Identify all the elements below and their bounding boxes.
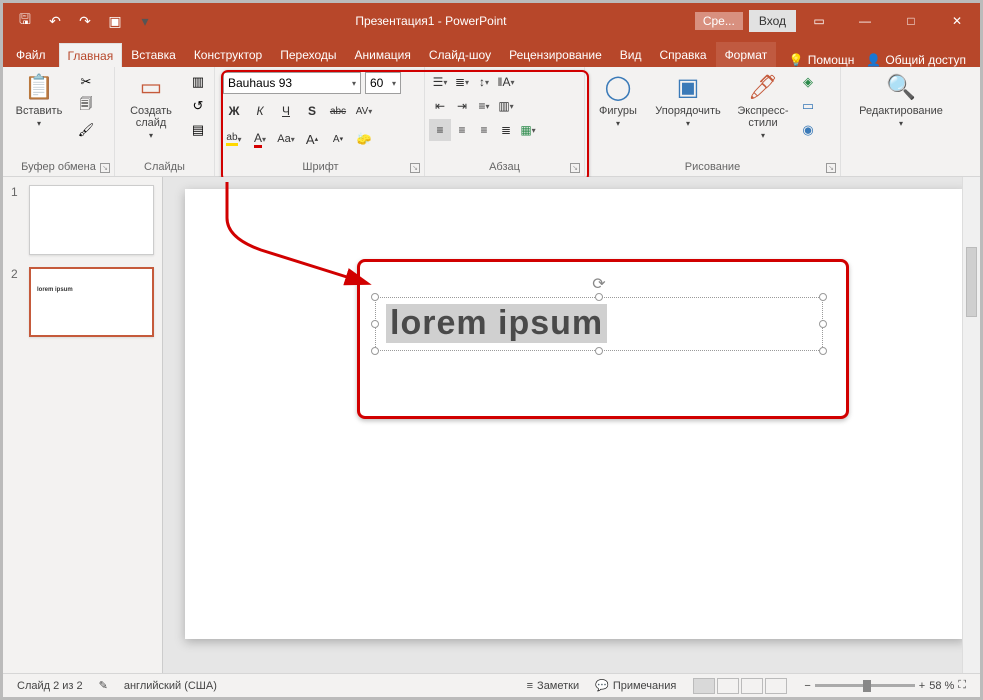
zoom-slider[interactable]: − + 58 % ⛶ <box>796 679 974 692</box>
dialog-launcher-icon[interactable]: ↘ <box>826 163 836 173</box>
editing-button[interactable]: 🔍 Редактирование▾ <box>847 71 955 128</box>
tab-animation[interactable]: Анимация <box>346 42 420 67</box>
slide-thumbnail-2[interactable]: 2 lorem ipsum <box>29 267 154 337</box>
contextual-tab-badge: Сре... <box>695 12 743 30</box>
paste-icon: 📋 <box>23 71 55 103</box>
highlight-textbox <box>357 259 849 419</box>
tab-transitions[interactable]: Переходы <box>271 42 345 67</box>
login-button[interactable]: Вход <box>749 10 796 32</box>
comments-icon: 💬 <box>595 679 609 692</box>
share-button[interactable]: 👤Общий доступ <box>866 53 966 67</box>
shape-effects-button[interactable]: ◉ <box>799 121 817 139</box>
save-icon[interactable]: 🖫 <box>17 13 33 29</box>
dialog-launcher-icon[interactable]: ↘ <box>100 163 110 173</box>
group-slides: ▭ Создать слайд ▾ ▥ ↺ ▤ Слайды <box>115 67 215 176</box>
share-icon: 👤 <box>866 53 881 67</box>
format-painter-icon[interactable]: 🖌 <box>77 121 95 139</box>
group-clipboard: 📋 Вставить ▾ ✂ 🗐 🖌 Буфер обмена ↘ <box>3 67 115 176</box>
tab-help[interactable]: Справка <box>650 42 715 67</box>
copy-icon[interactable]: 🗐 <box>77 97 95 115</box>
shape-fill-button[interactable]: ◈ <box>799 73 817 91</box>
reset-icon[interactable]: ↺ <box>189 97 207 115</box>
minimize-icon[interactable]: — <box>842 6 888 36</box>
slide-thumbnail-pane: 1 2 lorem ipsum <box>3 177 163 673</box>
highlight-font-paragraph <box>221 70 589 182</box>
slideshow-view-button[interactable] <box>765 678 787 694</box>
status-bar: Слайд 2 из 2 ✎ английский (США) ≡Заметки… <box>3 673 980 697</box>
quick-access-toolbar: 🖫 ↶ ↷ ▣ ▾ <box>3 13 167 29</box>
normal-view-button[interactable] <box>693 678 715 694</box>
group-label: Рисование <box>585 159 840 176</box>
tab-view[interactable]: Вид <box>611 42 651 67</box>
slide-canvas[interactable]: ⟳ lorem ipsum <box>163 177 980 673</box>
qat-customize-icon[interactable]: ▾ <box>137 13 153 29</box>
title-bar: 🖫 ↶ ↷ ▣ ▾ Презентация1 - PowerPoint Сре.… <box>3 3 980 39</box>
comments-button[interactable]: 💬Примечания <box>587 679 684 692</box>
chevron-down-icon: ▾ <box>149 131 153 140</box>
new-slide-button[interactable]: ▭ Создать слайд ▾ <box>121 71 181 140</box>
group-label: Буфер обмена <box>3 159 114 176</box>
tell-me-button[interactable]: 💡Помощн <box>789 53 855 67</box>
zoom-out-icon[interactable]: − <box>804 680 810 692</box>
quick-styles-button[interactable]: 🖊 Экспресс- стили▾ <box>731 71 795 140</box>
undo-icon[interactable]: ↶ <box>47 13 63 29</box>
paste-button[interactable]: 📋 Вставить ▾ <box>9 71 69 128</box>
tab-file[interactable]: Файл <box>3 42 59 67</box>
tab-design[interactable]: Конструктор <box>185 42 271 67</box>
maximize-icon[interactable]: □ <box>888 6 934 36</box>
shape-outline-button[interactable]: ▭ <box>799 97 817 115</box>
layout-icon[interactable]: ▥ <box>189 73 207 91</box>
sorter-view-button[interactable] <box>717 678 739 694</box>
group-drawing: ◯ Фигуры▾ ▣ Упорядочить▾ 🖊 Экспресс- сти… <box>585 67 841 176</box>
group-editing: 🔍 Редактирование▾ <box>841 67 965 176</box>
chevron-down-icon: ▾ <box>37 119 41 128</box>
tab-insert[interactable]: Вставка <box>122 42 185 67</box>
shapes-icon: ◯ <box>602 71 634 103</box>
spellcheck-icon[interactable]: ✎ <box>91 679 116 692</box>
tab-review[interactable]: Рецензирование <box>500 42 611 67</box>
slide-counter[interactable]: Слайд 2 из 2 <box>9 680 91 692</box>
cut-icon[interactable]: ✂ <box>77 73 95 91</box>
reading-view-button[interactable] <box>741 678 763 694</box>
section-icon[interactable]: ▤ <box>189 121 207 139</box>
ribbon-tabs: Файл Главная Вставка Конструктор Переход… <box>3 39 980 67</box>
slide-thumbnail-1[interactable]: 1 <box>29 185 154 255</box>
fit-to-window-icon[interactable]: ⛶ <box>958 679 966 692</box>
tab-home[interactable]: Главная <box>59 43 123 67</box>
redo-icon[interactable]: ↷ <box>77 13 93 29</box>
ribbon-display-icon[interactable]: ▭ <box>796 6 842 36</box>
new-slide-icon: ▭ <box>135 71 167 103</box>
notes-icon: ≡ <box>527 680 533 692</box>
close-icon[interactable]: ✕ <box>934 6 980 36</box>
arrange-icon: ▣ <box>672 71 704 103</box>
window-title: Презентация1 - PowerPoint <box>167 14 695 28</box>
arrange-button[interactable]: ▣ Упорядочить▾ <box>649 71 727 128</box>
start-from-beginning-icon[interactable]: ▣ <box>107 13 123 29</box>
tab-format[interactable]: Формат <box>716 42 777 67</box>
zoom-in-icon[interactable]: + <box>919 680 925 692</box>
quick-styles-icon: 🖊 <box>747 71 779 103</box>
find-icon: 🔍 <box>885 71 917 103</box>
bulb-icon: 💡 <box>789 53 804 67</box>
group-label: Слайды <box>115 159 214 176</box>
tab-slideshow[interactable]: Слайд-шоу <box>420 42 500 67</box>
vertical-scrollbar[interactable] <box>962 177 980 673</box>
language-button[interactable]: английский (США) <box>116 680 225 692</box>
workspace: 1 2 lorem ipsum ⟳ lorem ipsum <box>3 177 980 673</box>
shapes-button[interactable]: ◯ Фигуры▾ <box>591 71 645 128</box>
zoom-percent[interactable]: 58 % <box>929 680 954 692</box>
notes-button[interactable]: ≡Заметки <box>519 680 588 692</box>
